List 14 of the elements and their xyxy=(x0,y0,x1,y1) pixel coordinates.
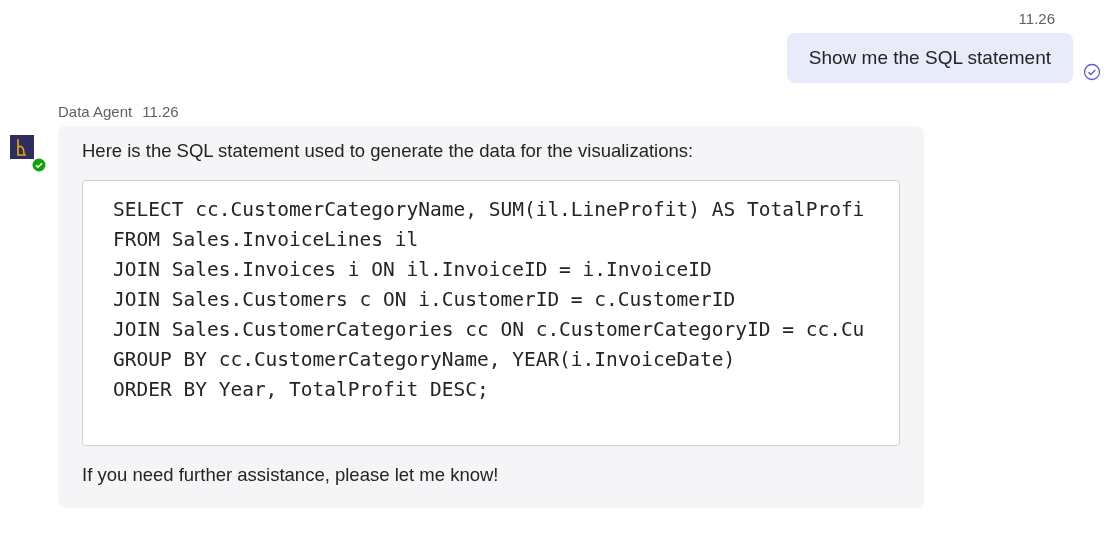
sender-name: Data Agent xyxy=(58,103,133,120)
agent-avatar-icon xyxy=(10,135,34,159)
code-line: SELECT cc.CustomerCategoryName, SUM(il.LineProfit) AS TotalProfi xyxy=(113,197,866,223)
message-text: Here is the SQL statement used to generate the data for the visualizations: xyxy=(82,140,695,162)
code-line: JOIN Sales.Customers c ON i.CustomerID = c.CustomerID xyxy=(113,287,737,313)
code-line: JOIN Sales.Invoices i ON il.InvoiceID = i.InvoiceID xyxy=(113,257,713,283)
user-message: Show me the SQL statement xyxy=(786,33,1073,83)
message-time: 11.26 xyxy=(1018,10,1055,27)
code-line: GROUP BY cc.CustomerCategoryName, YEAR(i.InvoiceDate) xyxy=(113,347,737,373)
code-line: JOIN Sales.CustomerCategories cc ON c.CustomerCategoryID = cc.Cu xyxy=(113,317,866,343)
message-time: 11.26 xyxy=(142,103,179,120)
code-line: FROM Sales.InvoiceLines il xyxy=(113,227,420,253)
message-text: If you need further assistance, please let me know! xyxy=(82,464,500,486)
code-line: ORDER BY Year, TotalProfit DESC; xyxy=(113,377,490,403)
